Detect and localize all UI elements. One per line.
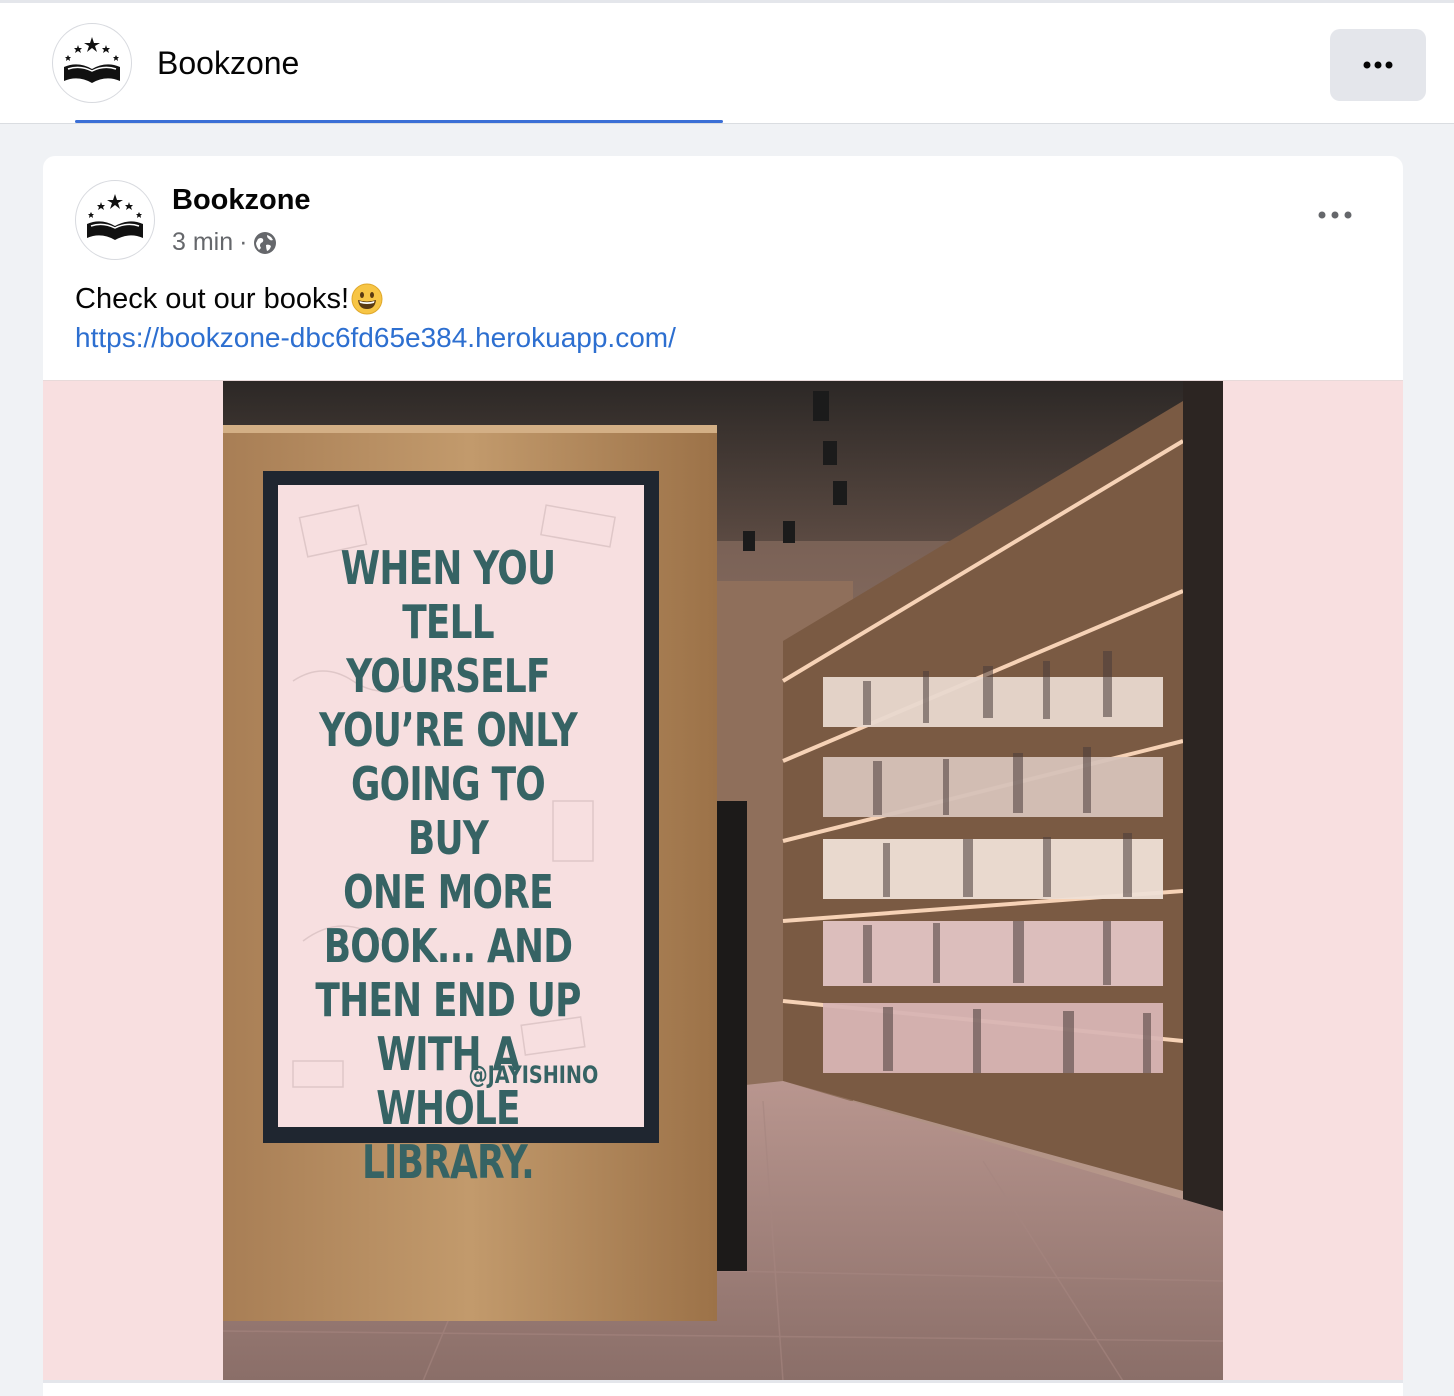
post-media[interactable]: WHEN YOU TELL YOURSELF YOU’RE ONLY GOING… xyxy=(43,380,1403,1381)
globe-icon[interactable] xyxy=(253,231,277,255)
ellipsis-icon xyxy=(1318,211,1352,219)
bookstore-photo[interactable]: WHEN YOU TELL YOURSELF YOU’RE ONLY GOING… xyxy=(223,381,1223,1381)
page-logo-avatar[interactable] xyxy=(52,23,132,103)
poster-credit: @JAYISHINO xyxy=(468,1061,598,1089)
page-header: Bookzone xyxy=(0,0,1454,124)
ellipsis-icon xyxy=(1363,61,1393,69)
post-author-avatar[interactable] xyxy=(75,180,155,260)
page-title[interactable]: Bookzone xyxy=(157,45,299,82)
active-tab-indicator xyxy=(75,120,723,123)
grinning-face-emoji-icon xyxy=(351,283,383,315)
post-body-text: Check out our books! xyxy=(75,280,383,318)
post-author-name[interactable]: Bookzone xyxy=(172,184,311,217)
post-timestamp[interactable]: 3 min xyxy=(172,228,233,257)
poster-quote: WHEN YOU TELL YOURSELF YOU’RE ONLY GOING… xyxy=(278,485,618,1189)
book-stars-logo-icon xyxy=(64,37,120,83)
meta-separator: · xyxy=(239,228,248,256)
post-link[interactable]: https://bookzone-dbc6fd65e384.herokuapp.… xyxy=(75,319,676,357)
post-card: Bookzone 3 min · Check out our books! ht… xyxy=(43,156,1403,1396)
card-divider xyxy=(43,1380,1403,1383)
page-more-button[interactable] xyxy=(1330,29,1426,101)
book-stars-logo-icon xyxy=(87,194,143,240)
poster-quote-text: WHEN YOU TELL YOURSELF YOU’RE ONLY GOING… xyxy=(315,541,581,1189)
post-message: Check out our books! xyxy=(75,283,350,315)
post-meta: 3 min · xyxy=(172,228,277,257)
post-more-button[interactable] xyxy=(1311,200,1359,230)
